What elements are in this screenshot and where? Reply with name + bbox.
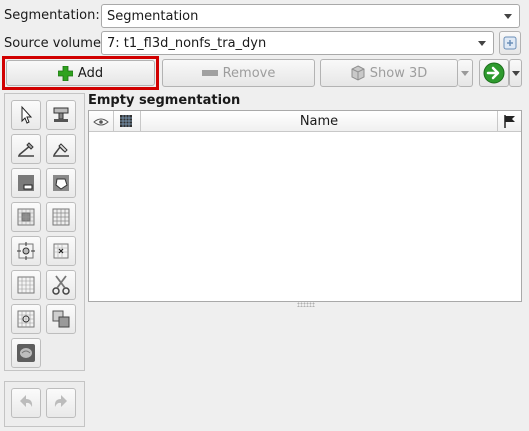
tool-level-tracing[interactable] [11,168,41,198]
level-tracing-icon [18,175,34,191]
show-3d-button-label: Show 3D [369,65,428,81]
chevron-down-icon [504,14,512,19]
grow-from-seeds-icon [53,175,69,191]
splitter-handle[interactable] [297,302,315,307]
add-button[interactable]: Add [6,60,155,86]
segments-title: Empty segmentation [88,93,241,108]
tool-scissors[interactable] [46,270,76,300]
chevron-down-icon [461,70,469,76]
segmentation-select-value: Segmentation [107,8,199,24]
redo-icon [54,395,67,407]
source-volume-select-value: 7: t1_fl3d_nonfs_tra_dyn [107,35,267,51]
margin-icon [17,208,35,226]
tool-watershed[interactable] [11,338,41,368]
visibility-column-header[interactable] [89,111,113,132]
logical-operators-icon [52,310,70,328]
scissors-icon [52,275,70,295]
redo-button[interactable] [46,388,76,418]
effects-toolbar [4,93,85,371]
tool-draw[interactable] [11,134,41,164]
undo-button[interactable] [11,388,41,418]
volume-options-icon [503,36,517,50]
undo-redo-toolbar [4,381,85,427]
eye-icon [93,118,109,126]
segments-table[interactable]: Name [88,110,522,302]
source-volume-select[interactable]: 7: t1_fl3d_nonfs_tra_dyn [101,31,494,55]
source-volume-label: Source volume: [4,36,106,51]
tool-threshold[interactable] [46,236,76,266]
color-column-header[interactable] [114,111,140,132]
tool-smoothing[interactable] [11,236,41,266]
draw-icon [18,142,34,157]
threshold-icon [53,243,69,259]
segmentation-select[interactable]: Segmentation [101,4,520,28]
color-grid-icon [120,115,132,127]
add-button-label: Add [77,65,104,81]
hollow-icon [52,208,70,226]
tool-logical-operators[interactable] [46,304,76,334]
segments-table-header: Name [89,111,521,132]
name-column-label: Name [299,114,339,129]
islands-icon [17,276,35,294]
tool-grow-from-seeds[interactable] [46,168,76,198]
show-3d-button[interactable]: Show 3D [320,59,458,87]
go-arrow-icon [483,62,505,84]
status-column-header[interactable] [498,111,522,132]
switch-to-segmentations-button[interactable] [479,59,509,87]
flag-icon [504,115,515,128]
smoothing-icon [17,242,35,260]
chevron-down-icon [478,41,486,46]
pointer-icon [21,105,33,124]
segments-table-body[interactable] [89,133,521,301]
remove-button-label: Remove [222,65,276,81]
watershed-icon [17,344,35,362]
cube-icon [351,65,365,81]
segmentation-label: Segmentation: [4,8,100,23]
switch-menu-button[interactable] [509,59,522,87]
remove-button[interactable]: Remove [162,59,315,87]
tool-local-threshold[interactable] [11,304,41,334]
chevron-down-icon [511,70,520,76]
name-column-header[interactable]: Name [141,111,497,132]
plus-icon [57,65,73,81]
tool-hollow[interactable] [46,202,76,232]
undo-icon [20,395,33,407]
tool-margin[interactable] [11,202,41,232]
local-threshold-icon [17,310,35,328]
tool-none[interactable] [11,100,41,130]
erase-icon [53,143,69,157]
tool-erase[interactable] [46,134,76,164]
show-3d-menu-button[interactable] [458,59,473,87]
minus-icon [201,70,218,76]
paint-icon [53,107,69,122]
tool-islands[interactable] [11,270,41,300]
source-volume-options-button[interactable] [499,31,521,55]
tool-paint[interactable] [46,100,76,130]
